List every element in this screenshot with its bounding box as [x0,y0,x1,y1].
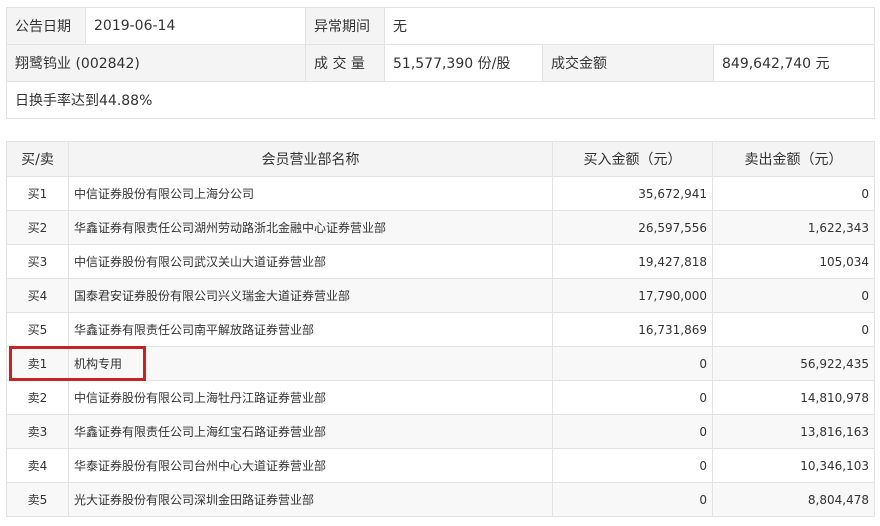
info-row-reason: 日换手率达到44.88% [5,81,876,119]
header-sell: 卖出金额（元） [712,141,875,177]
row-buy-amount: 0 [552,346,713,381]
row-buy-amount: 16,731,869 [552,312,713,347]
table-row: 卖2 中信证券股份有限公司上海牡丹江路证券营业部 0 14,810,978 [6,380,875,415]
row-dept: 光大证券股份有限公司深圳金田路证券营业部 [68,482,553,517]
info-row-volume: 翔鹭钨业 (002842) 成 交 量 51,577,390 份/股 成交金额 … [6,44,876,82]
row-side: 卖1 [6,346,69,381]
row-sell-amount: 13,816,163 [712,414,875,449]
row-dept: 华鑫证券有限责任公司湖州劳动路浙北金融中心证券营业部 [68,210,553,245]
row-buy-amount: 0 [552,448,713,483]
abnormal-period-value: 无 [383,7,876,45]
table-row: 卖1 机构专用 0 56,922,435 [6,346,875,381]
header-side: 买/卖 [6,141,69,177]
table-row: 买2 华鑫证券有限责任公司湖州劳动路浙北金融中心证券营业部 26,597,556… [6,210,875,245]
header-buy: 买入金额（元） [552,141,713,177]
row-sell-amount: 0 [712,278,875,313]
abnormal-reason: 日换手率达到44.88% [5,81,876,119]
stock-name: 翔鹭钨业 (002842) [6,44,306,82]
info-row-date: 公告日期 2019-06-14 异常期间 无 [6,7,876,45]
row-side: 买1 [6,176,69,211]
row-sell-amount: 14,810,978 [712,380,875,415]
row-side: 买4 [6,278,69,313]
table-row: 买3 中信证券股份有限公司武汉关山大道证券营业部 19,427,818 105,… [6,244,875,279]
table-row: 买1 中信证券股份有限公司上海分公司 35,672,941 0 [6,176,875,211]
row-buy-amount: 19,427,818 [552,244,713,279]
announcement-info-table: 公告日期 2019-06-14 异常期间 无 翔鹭钨业 (002842) 成 交… [5,7,876,119]
table-row: 买5 华鑫证券有限责任公司南平解放路证券营业部 16,731,869 0 [6,312,875,347]
row-sell-amount: 1,622,343 [712,210,875,245]
trading-detail-table: 买/卖 会员营业部名称 买入金额（元） 卖出金额（元） 买1 中信证券股份有限公… [6,141,875,517]
table-row: 卖3 华鑫证券有限责任公司上海红宝石路证券营业部 0 13,816,163 [6,414,875,449]
detail-header-row: 买/卖 会员营业部名称 买入金额（元） 卖出金额（元） [6,141,875,177]
amount-value: 849,642,740 元 [712,44,876,82]
row-dept: 华鑫证券有限责任公司上海红宝石路证券营业部 [68,414,553,449]
table-row: 卖5 光大证券股份有限公司深圳金田路证券营业部 0 8,804,478 [6,482,875,517]
row-side: 卖3 [6,414,69,449]
row-sell-amount: 0 [712,312,875,347]
row-dept: 中信证券股份有限公司武汉关山大道证券营业部 [68,244,553,279]
volume-label: 成 交 量 [305,44,385,82]
row-side: 买3 [6,244,69,279]
announce-date-value: 2019-06-14 [85,7,306,45]
row-sell-amount: 10,346,103 [712,448,875,483]
row-buy-amount: 17,790,000 [552,278,713,313]
volume-value: 51,577,390 份/股 [384,44,543,82]
row-side: 卖4 [6,448,69,483]
abnormal-period-label: 异常期间 [305,7,385,45]
row-buy-amount: 0 [552,380,713,415]
row-side: 买2 [6,210,69,245]
row-buy-amount: 0 [552,414,713,449]
row-sell-amount: 56,922,435 [712,346,875,381]
row-side: 卖5 [6,482,69,517]
table-row: 买4 国泰君安证券股份有限公司兴义瑞金大道证券营业部 17,790,000 0 [6,278,875,313]
table-row: 卖4 华泰证券股份有限公司台州中心大道证券营业部 0 10,346,103 [6,448,875,483]
amount-label: 成交金额 [542,44,714,82]
row-buy-amount: 26,597,556 [552,210,713,245]
row-dept: 中信证券股份有限公司上海牡丹江路证券营业部 [68,380,553,415]
row-buy-amount: 35,672,941 [552,176,713,211]
row-sell-amount: 105,034 [712,244,875,279]
row-sell-amount: 0 [712,176,875,211]
row-dept: 中信证券股份有限公司上海分公司 [68,176,553,211]
announce-date-label: 公告日期 [6,7,86,45]
row-dept: 国泰君安证券股份有限公司兴义瑞金大道证券营业部 [68,278,553,313]
row-buy-amount: 0 [552,482,713,517]
row-side: 买5 [6,312,69,347]
row-side: 卖2 [6,380,69,415]
row-dept: 华鑫证券有限责任公司南平解放路证券营业部 [68,312,553,347]
row-dept: 机构专用 [68,346,553,381]
row-dept: 华泰证券股份有限公司台州中心大道证券营业部 [68,448,553,483]
row-sell-amount: 8,804,478 [712,482,875,517]
header-dept: 会员营业部名称 [68,141,553,177]
